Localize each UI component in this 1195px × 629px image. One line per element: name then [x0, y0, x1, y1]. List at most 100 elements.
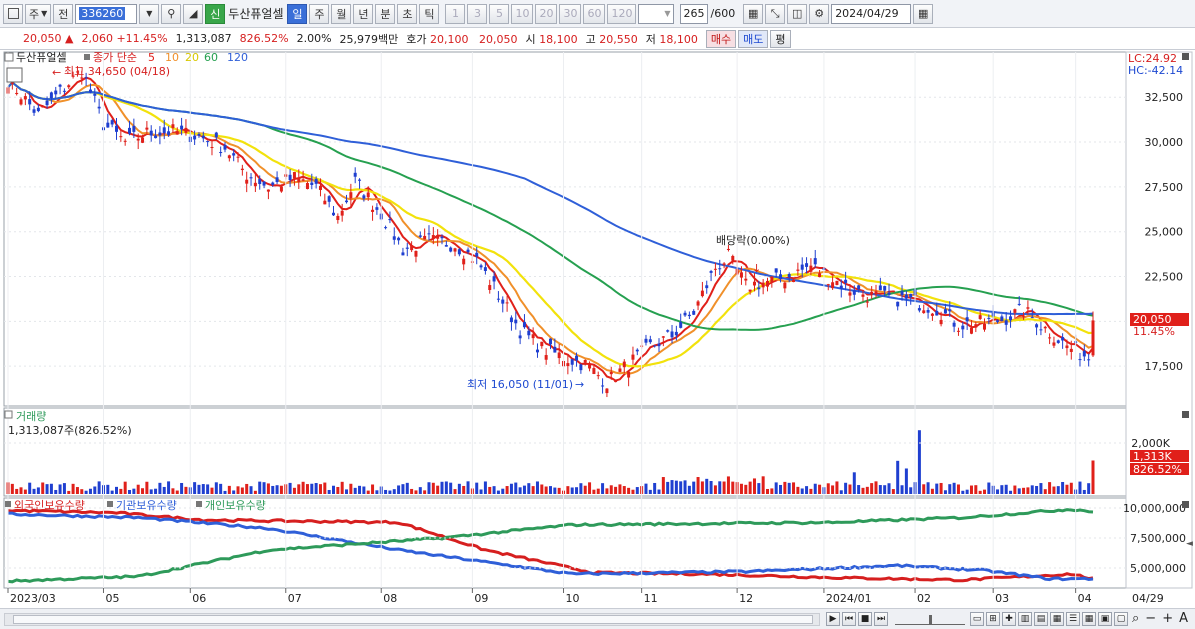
price-tick-label: 22,500: [1145, 271, 1184, 284]
candle-body: [397, 237, 401, 241]
candle-body: [41, 106, 45, 108]
period-select[interactable]: 주 ▼: [25, 3, 52, 24]
volume-bar: [128, 489, 132, 494]
volume-bar: [1087, 483, 1091, 494]
prev-button[interactable]: 전: [53, 3, 74, 24]
candle-body: [865, 301, 869, 303]
volume-bar: [917, 430, 921, 494]
volume-bar: [1052, 486, 1056, 494]
tab-year[interactable]: 년: [353, 3, 374, 24]
candle-body: [705, 285, 709, 289]
candle-body: [136, 138, 140, 141]
chart-area[interactable]: ←→↓ 17,50020,00022,50025,00027,50030,000…: [0, 50, 1195, 608]
candle-body: [644, 338, 648, 343]
volume-collapse-icon[interactable]: [4, 410, 13, 419]
info-button[interactable]: ▣: [1098, 612, 1112, 626]
tab-month[interactable]: 월: [331, 3, 352, 24]
font-size-icon[interactable]: A: [1179, 611, 1188, 626]
interval-60[interactable]: 60: [583, 3, 606, 24]
volume-bar: [996, 489, 1000, 494]
volume-bar: [401, 484, 405, 494]
zoom-search-icon[interactable]: ⌕: [1132, 611, 1139, 626]
crosshair-button[interactable]: ✚: [1002, 612, 1016, 626]
interval-10[interactable]: 10: [511, 3, 534, 24]
calendar-button[interactable]: ▦: [913, 3, 934, 24]
search-button[interactable]: ⚲: [161, 3, 182, 24]
settings-button[interactable]: ⚙: [809, 3, 830, 24]
candle-body: [15, 92, 19, 95]
tab-week[interactable]: 주: [309, 3, 330, 24]
candle-body: [718, 268, 722, 270]
window-icon: [7, 8, 19, 19]
sell-order-button[interactable]: 매도: [738, 29, 769, 48]
volume-bar: [748, 481, 752, 494]
interval-120[interactable]: 120: [607, 3, 637, 24]
horizontal-scrollbar[interactable]: [4, 613, 820, 626]
zoom-slider[interactable]: [895, 613, 965, 625]
panel-button[interactable]: ▢: [1114, 612, 1128, 626]
volume-bar: [488, 486, 492, 494]
buy-order-button[interactable]: 매수: [705, 29, 737, 48]
candle-body: [583, 360, 587, 363]
interval-1[interactable]: 1: [445, 3, 466, 24]
candle-body: [766, 280, 769, 287]
tab-second[interactable]: 초: [397, 3, 418, 24]
zoom-fit-button[interactable]: ▭: [970, 612, 984, 626]
volume-close-icon[interactable]: [1182, 411, 1189, 418]
code-dropdown-button[interactable]: ▼: [139, 3, 160, 24]
split-button[interactable]: ▥: [1018, 612, 1032, 626]
volume-bar: [744, 484, 748, 494]
date-input[interactable]: 2024/04/29: [831, 3, 912, 24]
save-icon: ◫: [791, 7, 803, 20]
stop-button[interactable]: ■: [858, 612, 872, 626]
indicator-button[interactable]: ▦: [743, 3, 764, 24]
trend-tool-button[interactable]: ⤡: [765, 3, 786, 24]
first-button[interactable]: ⏮: [842, 612, 856, 626]
chart-svg[interactable]: ←→↓ 17,50020,00022,50025,00027,50030,000…: [0, 50, 1195, 608]
count-total: /600: [710, 7, 736, 20]
scrollbar-thumb[interactable]: [13, 615, 813, 624]
save-button[interactable]: ◫: [787, 3, 808, 24]
volume-bar: [301, 481, 305, 494]
tab-tick[interactable]: 틱: [419, 3, 440, 24]
scroll-right-button[interactable]: ▶: [826, 612, 840, 626]
stock-name: 두산퓨얼셀: [228, 7, 284, 21]
zoom-area-button[interactable]: ⊞: [986, 612, 1000, 626]
interval-5[interactable]: 5: [489, 3, 510, 24]
candle-body: [943, 309, 947, 314]
price-close-icon[interactable]: [1182, 53, 1189, 60]
list-button[interactable]: ☰: [1066, 612, 1080, 626]
volume-bar: [692, 481, 696, 494]
grid-button[interactable]: ▦: [1050, 612, 1064, 626]
volume-bar: [245, 483, 249, 494]
volume-bar: [1000, 485, 1004, 494]
table-button[interactable]: ▦: [1082, 612, 1096, 626]
eval-button[interactable]: 평: [770, 29, 791, 48]
zoom-out-icon[interactable]: −: [1145, 611, 1156, 626]
volume-bar: [831, 485, 835, 494]
tab-day[interactable]: 일: [287, 3, 308, 24]
candle-body: [731, 255, 735, 261]
volume-bar: [492, 486, 496, 494]
stock-code-input[interactable]: 336260: [75, 3, 138, 24]
holdings-close-icon[interactable]: [1182, 501, 1189, 508]
candle-body: [531, 334, 535, 339]
tab-minute[interactable]: 분: [375, 3, 396, 24]
interval-3[interactable]: 3: [467, 3, 488, 24]
panel-collapse-icon[interactable]: [4, 52, 14, 62]
chart-menu-button[interactable]: [3, 3, 23, 24]
interval-30[interactable]: 30: [559, 3, 582, 24]
candle-body: [670, 331, 674, 338]
zoom-slider-handle[interactable]: [929, 615, 932, 625]
interval-20[interactable]: 20: [535, 3, 558, 24]
candle-body: [423, 235, 427, 240]
interval-select[interactable]: ▼: [638, 3, 675, 24]
candle-body: [501, 299, 505, 304]
sound-button[interactable]: ◢: [183, 3, 204, 24]
columns-button[interactable]: ▤: [1034, 612, 1048, 626]
last-button[interactable]: ⏭: [874, 612, 888, 626]
stock-code: 336260: [79, 7, 126, 20]
zoom-in-icon[interactable]: +: [1162, 611, 1173, 626]
chart-tool-icon[interactable]: [6, 67, 23, 83]
count-input[interactable]: 265: [680, 3, 709, 24]
